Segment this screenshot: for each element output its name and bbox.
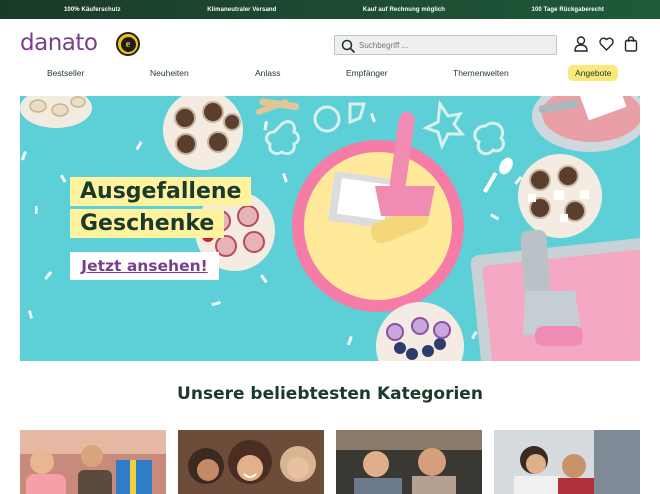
hero-headline-1: Ausgefallene [70, 177, 252, 206]
category-card-1[interactable] [20, 430, 166, 494]
nav-neuheiten[interactable]: Neuheiten [150, 68, 189, 78]
logo[interactable]: danato [20, 30, 98, 56]
top-info-bar: 100% Käuferschutz Klimaneutraler Versand… [0, 0, 660, 19]
nav-bestseller[interactable]: Bestseller [47, 68, 84, 78]
nav-angebote[interactable]: Angebote [568, 65, 619, 81]
trusted-shops-icon[interactable]: e [116, 32, 140, 56]
category-card-4[interactable] [494, 430, 640, 494]
category-image [20, 430, 166, 494]
search-box [334, 35, 557, 55]
search-input[interactable] [359, 37, 554, 53]
usp-climate-neutral: Klimaneutraler Versand [207, 6, 277, 13]
usp-return: 100 Tage Rückgaberecht [531, 6, 604, 13]
category-image [178, 430, 324, 494]
user-icon[interactable] [574, 36, 588, 52]
nav-anlass[interactable]: Anlass [255, 68, 281, 78]
bag-icon[interactable] [624, 36, 638, 52]
usp-invoice: Kauf auf Rechnung möglich [362, 6, 446, 13]
category-card-3[interactable] [336, 430, 482, 494]
hero-headline-2: Geschenke [70, 209, 225, 238]
search-icon[interactable] [341, 39, 355, 53]
nav-themenwelten[interactable]: Themenwelten [453, 68, 509, 78]
hero-cta-button[interactable]: Jetzt ansehen! [70, 252, 219, 280]
category-image [336, 430, 482, 494]
header: danato e [0, 19, 660, 63]
usp-buyer-protection: 100% Käuferschutz [64, 6, 121, 13]
category-image [494, 430, 640, 494]
hero-banner[interactable]: Ausgefallene Geschenke Jetzt ansehen! [20, 96, 640, 361]
nav-empfaenger[interactable]: Empfänger [346, 68, 388, 78]
categories-title: Unsere beliebtesten Kategorien [177, 384, 483, 404]
main-nav: Bestseller Neuheiten Anlass Empfänger Th… [0, 64, 660, 86]
category-card-2[interactable] [178, 430, 324, 494]
heart-icon[interactable] [599, 37, 614, 51]
